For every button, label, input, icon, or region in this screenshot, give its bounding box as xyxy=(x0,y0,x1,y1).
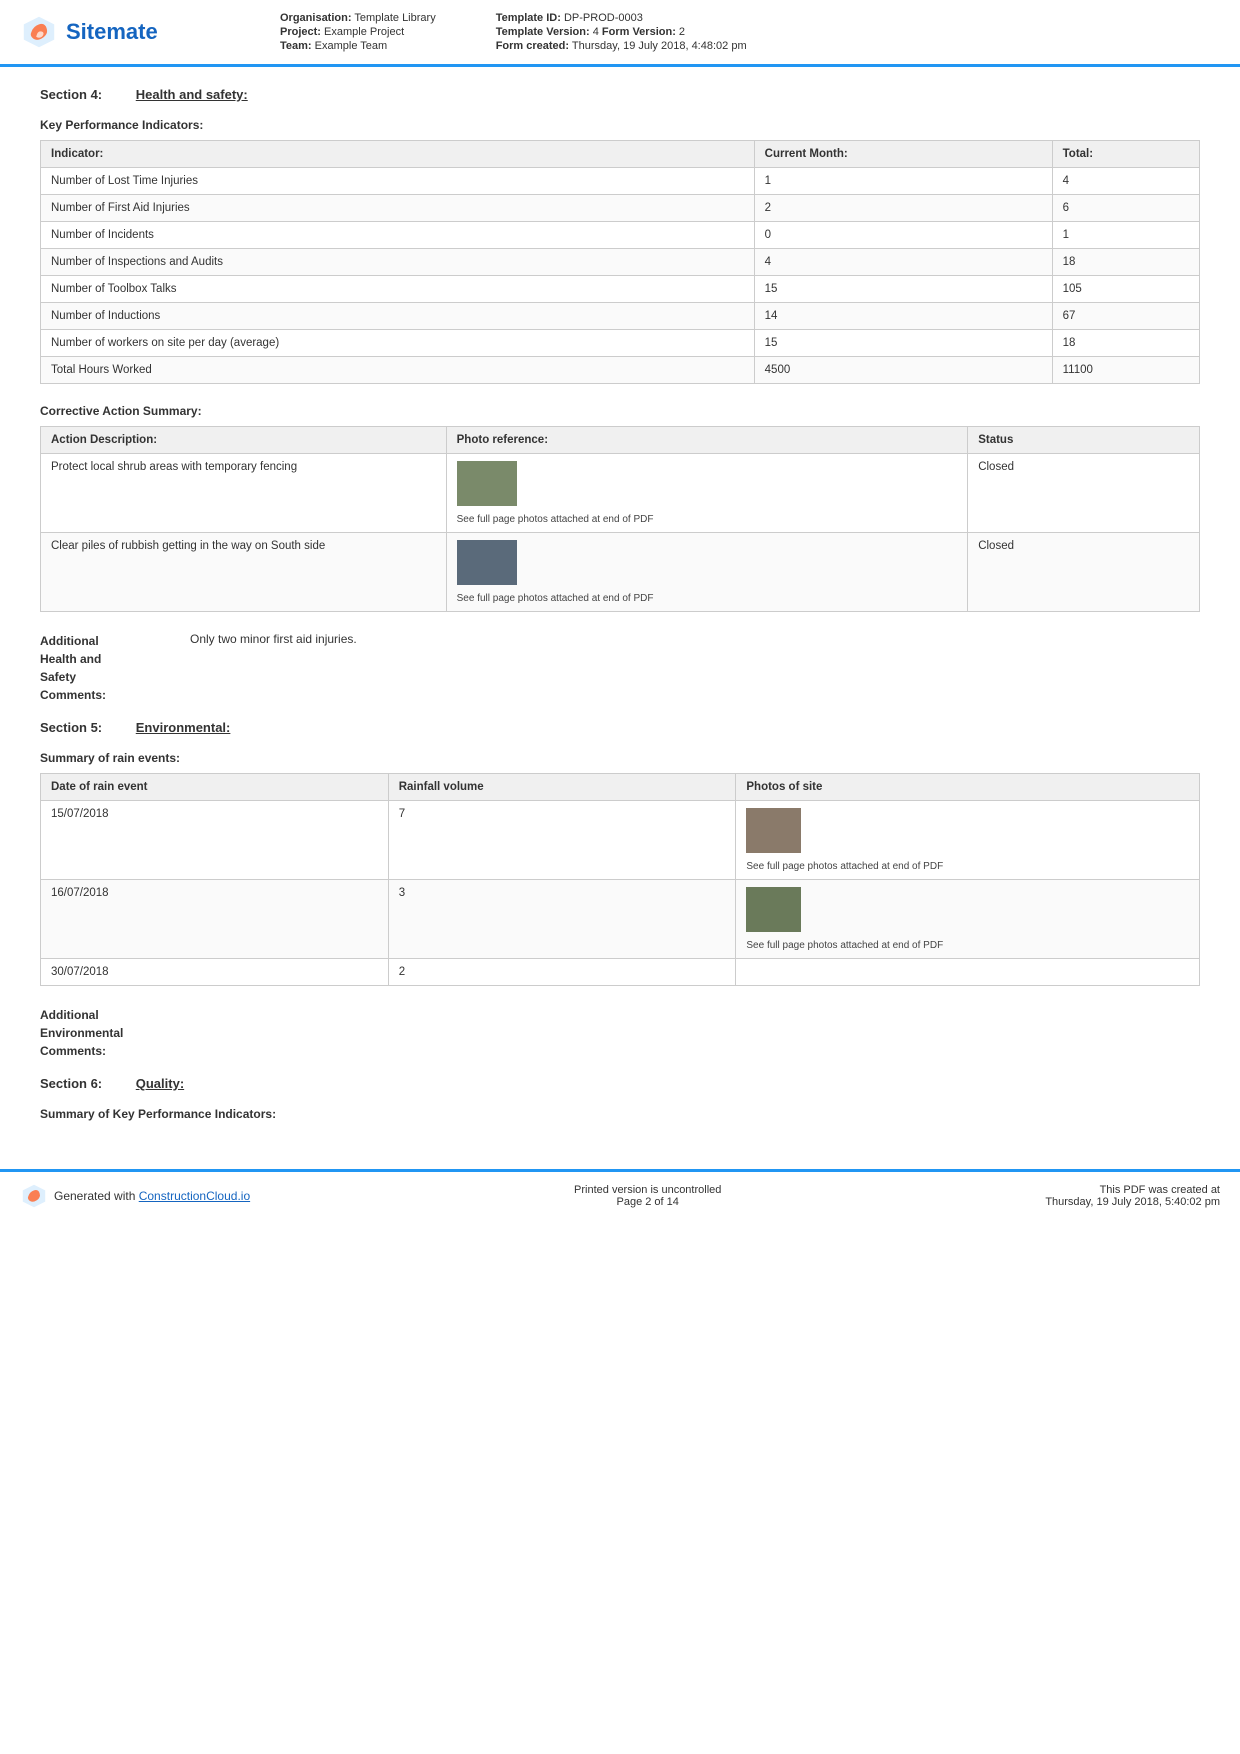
logo-text: Sitemate xyxy=(66,19,158,45)
kpi-cell-2-1: 0 xyxy=(754,222,1052,249)
header-right-col: Template ID: DP-PROD-0003 Template Versi… xyxy=(496,12,747,52)
kpi-row: Number of Inductions1467 xyxy=(41,303,1200,330)
kpi-cell-3-0: Number of Inspections and Audits xyxy=(41,249,755,276)
footer-center: Printed version is uncontrolled Page 2 o… xyxy=(270,1184,1025,1208)
kpi-cell-1-2: 6 xyxy=(1052,195,1199,222)
logo-area: Sitemate xyxy=(20,13,200,51)
corrective-description: Clear piles of rubbish getting in the wa… xyxy=(41,533,447,612)
footer-logo: Generated with ConstructionCloud.io xyxy=(20,1182,250,1210)
kpi-cell-4-1: 15 xyxy=(754,276,1052,303)
rain-volume: 7 xyxy=(388,801,736,880)
section5-title: Section 5: Environmental: xyxy=(40,720,1200,735)
rain-col-photos: Photos of site xyxy=(736,774,1200,801)
rain-photo xyxy=(736,959,1200,986)
kpi-row: Number of Lost Time Injuries14 xyxy=(41,168,1200,195)
rain-row: 16/07/20183See full page photos attached… xyxy=(41,880,1200,959)
kpi-table: Indicator: Current Month: Total: Number … xyxy=(40,140,1200,384)
kpi-cell-2-0: Number of Incidents xyxy=(41,222,755,249)
rain-photo: See full page photos attached at end of … xyxy=(736,880,1200,959)
corrective-col-status: Status xyxy=(968,427,1200,454)
kpi-cell-5-2: 67 xyxy=(1052,303,1199,330)
org-line: Organisation: Template Library xyxy=(280,12,436,24)
kpi-cell-0-0: Number of Lost Time Injuries xyxy=(41,168,755,195)
rain-volume: 2 xyxy=(388,959,736,986)
kpi-row: Number of workers on site per day (avera… xyxy=(41,330,1200,357)
footer-generated-text: Generated with ConstructionCloud.io xyxy=(54,1189,250,1203)
kpi-cell-6-0: Number of workers on site per day (avera… xyxy=(41,330,755,357)
footer-logo-icon xyxy=(20,1182,48,1210)
rain-row: 30/07/20182 xyxy=(41,959,1200,986)
rain-col-date: Date of rain event xyxy=(41,774,389,801)
rain-row: 15/07/20187See full page photos attached… xyxy=(41,801,1200,880)
kpi-cell-1-0: Number of First Aid Injuries xyxy=(41,195,755,222)
footer-link[interactable]: ConstructionCloud.io xyxy=(139,1189,250,1203)
corrective-table: Action Description: Photo reference: Sta… xyxy=(40,426,1200,612)
rain-title: Summary of rain events: xyxy=(40,751,1200,765)
header-meta: Organisation: Template Library Project: … xyxy=(200,12,1220,52)
corrective-photo: See full page photos attached at end of … xyxy=(446,454,968,533)
kpi-cell-0-1: 1 xyxy=(754,168,1052,195)
footer-right: This PDF was created at Thursday, 19 Jul… xyxy=(1045,1184,1220,1208)
kpi-cell-4-2: 105 xyxy=(1052,276,1199,303)
kpi-col-total: Total: xyxy=(1052,141,1199,168)
project-line: Project: Example Project xyxy=(280,26,436,38)
kpi-cell-6-2: 18 xyxy=(1052,330,1199,357)
additional-hs-label: AdditionalHealth andSafetyComments: xyxy=(40,632,170,704)
kpi-cell-0-2: 4 xyxy=(1052,168,1199,195)
corrective-description: Protect local shrub areas with temporary… xyxy=(41,454,447,533)
corrective-status: Closed xyxy=(968,533,1200,612)
kpi-cell-6-1: 15 xyxy=(754,330,1052,357)
rain-table: Date of rain event Rainfall volume Photo… xyxy=(40,773,1200,986)
corrective-title: Corrective Action Summary: xyxy=(40,404,1200,418)
kpi-col-indicator: Indicator: xyxy=(41,141,755,168)
rain-volume: 3 xyxy=(388,880,736,959)
team-line: Team: Example Team xyxy=(280,40,436,52)
corrective-row: Clear piles of rubbish getting in the wa… xyxy=(41,533,1200,612)
corrective-row: Protect local shrub areas with temporary… xyxy=(41,454,1200,533)
header-left-col: Organisation: Template Library Project: … xyxy=(280,12,436,52)
quality-kpi-title: Summary of Key Performance Indicators: xyxy=(40,1107,1200,1121)
additional-env-comments: AdditionalEnvironmentalComments: xyxy=(40,1006,1200,1060)
corrective-col-action: Action Description: xyxy=(41,427,447,454)
rain-date: 16/07/2018 xyxy=(41,880,389,959)
rain-date: 15/07/2018 xyxy=(41,801,389,880)
corrective-photo: See full page photos attached at end of … xyxy=(446,533,968,612)
kpi-row: Total Hours Worked450011100 xyxy=(41,357,1200,384)
kpi-cell-2-2: 1 xyxy=(1052,222,1199,249)
kpi-cell-3-1: 4 xyxy=(754,249,1052,276)
template-id-line: Template ID: DP-PROD-0003 xyxy=(496,12,747,24)
additional-hs-value: Only two minor first aid injuries. xyxy=(190,632,357,704)
rain-photo: See full page photos attached at end of … xyxy=(736,801,1200,880)
corrective-col-photo: Photo reference: xyxy=(446,427,968,454)
kpi-cell-7-0: Total Hours Worked xyxy=(41,357,755,384)
kpi-cell-4-0: Number of Toolbox Talks xyxy=(41,276,755,303)
kpi-row: Number of Inspections and Audits418 xyxy=(41,249,1200,276)
kpi-cell-7-1: 4500 xyxy=(754,357,1052,384)
page-header: Sitemate Organisation: Template Library … xyxy=(0,0,1240,67)
kpi-row: Number of Incidents01 xyxy=(41,222,1200,249)
section4-title: Section 4: Health and safety: xyxy=(40,87,1200,102)
section6-title: Section 6: Quality: xyxy=(40,1076,1200,1091)
rain-date: 30/07/2018 xyxy=(41,959,389,986)
template-version-line: Template Version: 4 Form Version: 2 xyxy=(496,26,747,38)
kpi-cell-5-1: 14 xyxy=(754,303,1052,330)
additional-env-label: AdditionalEnvironmentalComments: xyxy=(40,1006,170,1060)
additional-hs-comments: AdditionalHealth andSafetyComments: Only… xyxy=(40,632,1200,704)
form-created-line: Form created: Thursday, 19 July 2018, 4:… xyxy=(496,40,747,52)
kpi-row: Number of Toolbox Talks15105 xyxy=(41,276,1200,303)
kpi-cell-5-0: Number of Inductions xyxy=(41,303,755,330)
kpi-cell-7-2: 11100 xyxy=(1052,357,1199,384)
kpi-col-current: Current Month: xyxy=(754,141,1052,168)
kpi-title: Key Performance Indicators: xyxy=(40,118,1200,132)
rain-col-volume: Rainfall volume xyxy=(388,774,736,801)
corrective-status: Closed xyxy=(968,454,1200,533)
main-content: Section 4: Health and safety: Key Perfor… xyxy=(0,67,1240,1149)
kpi-cell-3-2: 18 xyxy=(1052,249,1199,276)
kpi-cell-1-1: 2 xyxy=(754,195,1052,222)
sitemate-logo-icon xyxy=(20,13,58,51)
kpi-row: Number of First Aid Injuries26 xyxy=(41,195,1200,222)
page-footer: Generated with ConstructionCloud.io Prin… xyxy=(0,1169,1240,1220)
